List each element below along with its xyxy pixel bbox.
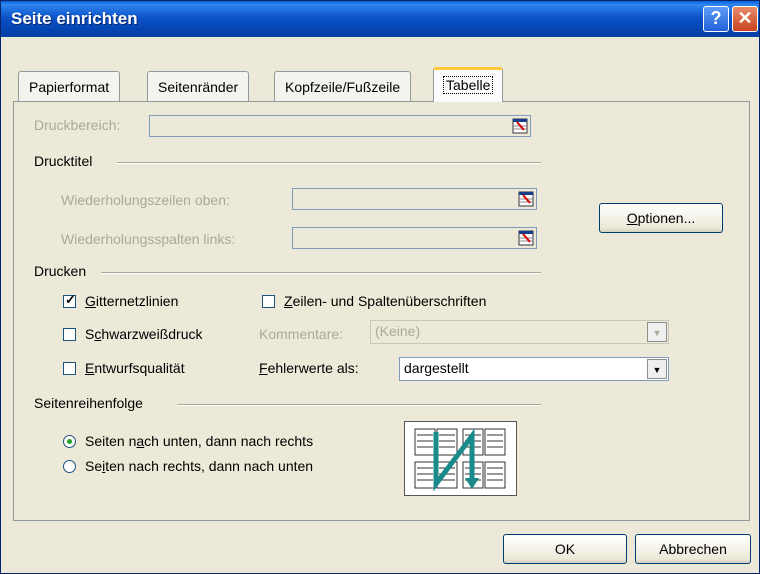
error-values-select[interactable]: dargestellt ▼: [399, 357, 669, 381]
title-bar: Seite einrichten ? ✕: [1, 1, 759, 37]
print-area-label: Druckbereich:: [34, 117, 121, 133]
repeat-rows-field[interactable]: [292, 188, 537, 210]
tab-kopfzeile-fusszeile[interactable]: Kopfzeile/Fußzeile: [274, 71, 412, 101]
down-then-over-label[interactable]: Seiten nach unten, dann nach rechts: [85, 433, 313, 449]
group-divider: [101, 272, 541, 274]
range-select-icon[interactable]: [518, 191, 534, 207]
row-column-headings-checkbox[interactable]: [262, 295, 275, 308]
print-group-label: Drucken: [34, 263, 87, 279]
row-column-headings-label[interactable]: Zeilen- und Spaltenüberschriften: [284, 293, 486, 309]
page-order-preview: [404, 421, 517, 496]
range-select-icon[interactable]: [512, 118, 528, 134]
over-then-down-label[interactable]: Seiten nach rechts, dann nach unten: [85, 458, 313, 474]
help-icon[interactable]: ?: [703, 6, 729, 32]
group-divider: [117, 162, 541, 164]
comments-value: (Keine): [375, 323, 421, 339]
repeat-columns-field[interactable]: [292, 227, 537, 249]
black-white-label[interactable]: Schwarzweißdruck: [85, 326, 202, 342]
page-order-diagram-icon: [414, 428, 506, 492]
chevron-down-icon[interactable]: ▼: [647, 359, 667, 379]
radio-selected-dot: [67, 439, 72, 444]
options-button[interactable]: Optionen...: [599, 203, 723, 233]
ok-button[interactable]: OK: [503, 534, 627, 564]
range-select-icon[interactable]: [518, 230, 534, 246]
repeat-rows-label: Wiederholungszeilen oben:: [61, 192, 230, 208]
print-titles-group-label: Drucktitel: [34, 153, 93, 169]
check-icon: ✓: [65, 292, 76, 307]
group-divider: [177, 404, 541, 406]
comments-label: Kommentare:: [259, 326, 344, 342]
cancel-button[interactable]: Abbrechen: [635, 534, 751, 564]
draft-quality-checkbox[interactable]: [63, 362, 76, 375]
tab-seitenraender[interactable]: Seitenränder: [147, 71, 250, 101]
comments-select[interactable]: (Keine) ▼: [370, 320, 669, 344]
gridlines-checkbox[interactable]: ✓: [63, 292, 76, 308]
chevron-down-icon[interactable]: ▼: [647, 322, 667, 342]
tab-tabelle[interactable]: Tabelle: [433, 67, 504, 102]
error-values-value: dargestellt: [404, 360, 469, 376]
print-area-field[interactable]: [149, 115, 531, 137]
down-then-over-radio[interactable]: [63, 435, 76, 448]
page-setup-dialog: Seite einrichten ? ✕ Papierformat Seiten…: [0, 0, 760, 574]
error-values-label: Fehlerwerte als:: [259, 360, 359, 376]
page-order-group-label: Seitenreihenfolge: [34, 395, 143, 411]
dialog-title: Seite einrichten: [11, 9, 138, 28]
draft-quality-label[interactable]: Entwurfsqualität: [85, 360, 185, 376]
black-white-checkbox[interactable]: [63, 328, 76, 341]
repeat-columns-label: Wiederholungsspalten links:: [61, 231, 236, 247]
over-then-down-radio[interactable]: [63, 460, 76, 473]
tab-papierformat[interactable]: Papierformat: [18, 71, 121, 101]
close-icon[interactable]: ✕: [732, 6, 758, 32]
gridlines-label[interactable]: Gitternetzlinien: [85, 293, 178, 309]
